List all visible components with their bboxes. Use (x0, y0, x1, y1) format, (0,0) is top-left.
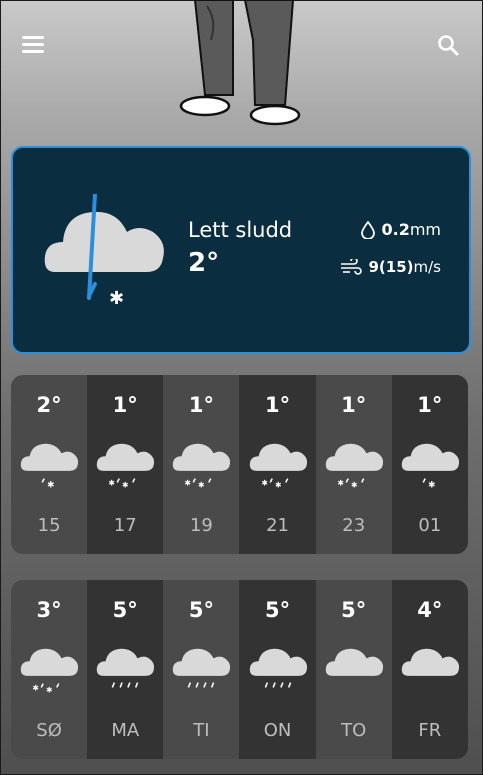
daily-label: ON (263, 720, 292, 741)
hourly-temperature: 1° (112, 393, 138, 417)
droplet-icon (361, 220, 376, 239)
cloud-sleet-icon: ✱ (44, 194, 164, 309)
cloud-sleet-light-icon: ✱ (401, 443, 459, 490)
hourly-column[interactable]: 2° ✱ 15 (11, 375, 87, 554)
daily-temperature: 5° (264, 598, 291, 622)
precip-unit: mm (409, 220, 441, 239)
wind-unit: m/s (413, 258, 441, 276)
daily-column[interactable]: 3° ✱ ✱ SØ (11, 580, 87, 759)
daily-temperature: 3° (36, 598, 62, 622)
svg-text:✱: ✱ (109, 478, 116, 487)
svg-text:✱: ✱ (351, 480, 358, 489)
cloud-rain-icon (249, 648, 307, 688)
daily-label: SØ (36, 720, 62, 741)
daily-forecast[interactable]: 3° ✱ ✱ SØ 5° MA 5° TI 5° ON 5° TO 4° FR (11, 580, 468, 759)
hourly-column[interactable]: 1° ✱ ✱ 19 (163, 375, 239, 554)
hamburger-menu-icon[interactable] (22, 36, 44, 54)
daily-column[interactable]: 5° MA (87, 580, 164, 759)
wind: 9(15)m/s (340, 258, 441, 276)
current-temperature: 2° (188, 248, 220, 278)
daily-temperature: 5° (112, 598, 138, 622)
cloud-sleet-icon: ✱ ✱ (20, 648, 79, 694)
svg-text:✱: ✱ (46, 685, 53, 694)
hourly-column[interactable]: 1° ✱ ✱ 17 (87, 375, 164, 554)
hourly-column[interactable]: 1° ✱ ✱ 21 (239, 375, 316, 554)
cloud-rain-icon (97, 648, 155, 688)
hourly-label: 17 (113, 515, 137, 536)
cloud-sleet-icon: ✱ ✱ (325, 443, 383, 489)
svg-text:✱: ✱ (428, 480, 435, 490)
hourly-column[interactable]: 1° ✱ ✱ 23 (316, 375, 392, 554)
cloud-rain-icon (173, 648, 231, 688)
daily-label: TI (193, 720, 210, 741)
cloud-sleet-icon: ✱ ✱ (97, 443, 155, 489)
wind-value: 9(15) (368, 258, 414, 276)
svg-text:✱: ✱ (275, 480, 282, 489)
cloud-icon (325, 648, 383, 676)
hourly-temperature: 1° (264, 393, 291, 417)
hourly-label: 01 (418, 515, 442, 536)
cloud-sleet-icon: ✱ ✱ (249, 443, 307, 489)
daily-label: FR (418, 720, 442, 741)
hourly-label: 19 (189, 515, 213, 536)
svg-text:✱: ✱ (261, 478, 268, 487)
daily-column[interactable]: 5° ON (239, 580, 316, 759)
hourly-temperature: 1° (417, 393, 443, 417)
precipitation: 0.2mm (361, 220, 441, 239)
svg-text:✱: ✱ (337, 478, 344, 487)
svg-text:✱: ✱ (109, 288, 124, 309)
svg-text:✱: ✱ (185, 478, 192, 487)
cloud-sleet-icon: ✱ ✱ (173, 443, 231, 489)
svg-text:✱: ✱ (198, 480, 205, 489)
hourly-temperature: 1° (188, 393, 214, 417)
cloud-sleet-light-icon: ✱ (20, 443, 79, 490)
svg-text:✱: ✱ (33, 683, 40, 692)
daily-label: MA (111, 720, 140, 741)
daily-column[interactable]: 4° FR (391, 580, 468, 759)
hourly-temperature: 2° (36, 393, 62, 417)
daily-label: TO (341, 720, 367, 741)
daily-column[interactable]: 5° TI (163, 580, 239, 759)
daily-temperature: 5° (341, 598, 367, 622)
character-legs-illustration (179, 0, 301, 126)
hourly-label: 21 (266, 515, 289, 536)
hourly-temperature: 1° (341, 393, 367, 417)
svg-text:✱: ✱ (122, 480, 129, 489)
hourly-forecast[interactable]: 2° ✱ 15 1° ✱ ✱ 17 1° ✱ ✱ 19 1° ✱ ✱ 21 1° ✱ ✱ 23 1° ✱ 01 (11, 375, 468, 554)
search-icon[interactable] (436, 33, 460, 57)
daily-temperature: 4° (417, 598, 443, 622)
wind-icon (341, 259, 363, 275)
hourly-label: 23 (342, 515, 366, 536)
cloud-icon (401, 648, 459, 676)
daily-temperature: 5° (188, 598, 214, 622)
svg-text:✱: ✱ (47, 480, 54, 490)
precip-value: 0.2 (381, 220, 410, 239)
daily-column[interactable]: 5° TO (316, 580, 392, 759)
current-weather-card[interactable]: ✱ Lett sludd 2° 0.2mm 9(15)m/s (11, 146, 471, 354)
hourly-label: 15 (37, 515, 61, 536)
hourly-column[interactable]: 1° ✱ 01 (391, 375, 468, 554)
weather-description: Lett sludd (188, 218, 293, 242)
